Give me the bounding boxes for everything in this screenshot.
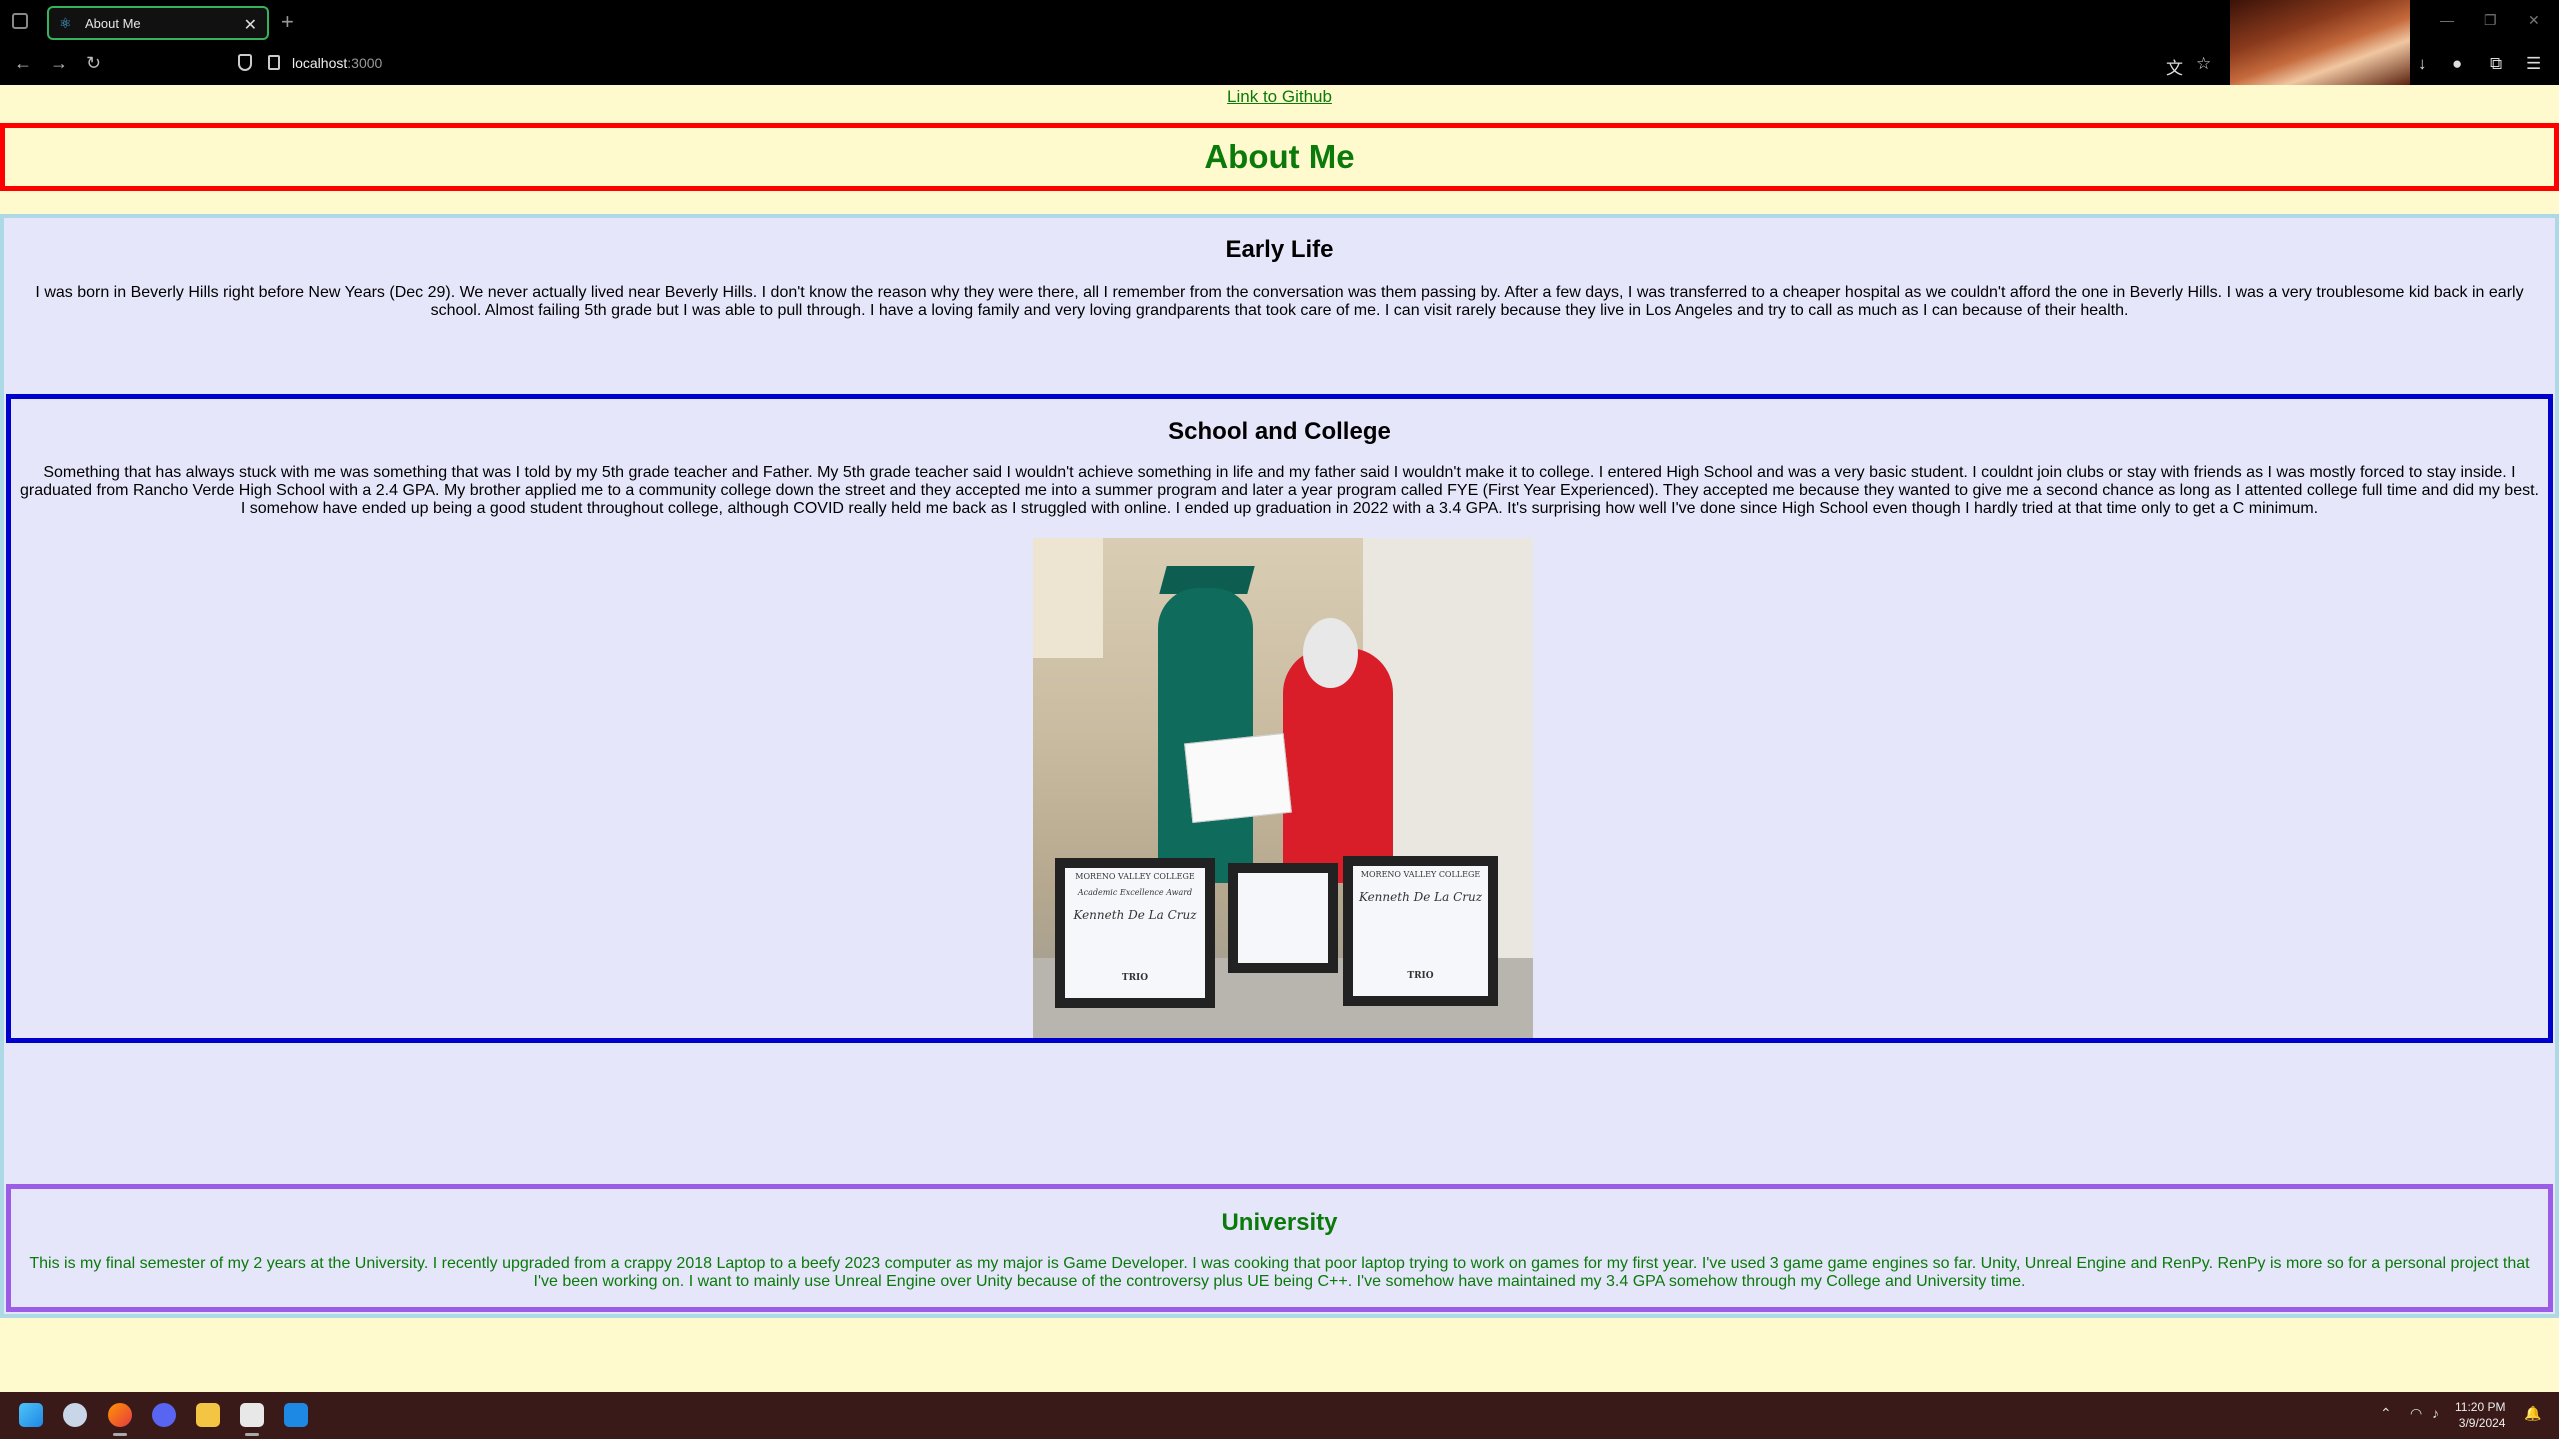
- university-section: University This is my final semester of …: [6, 1184, 2553, 1312]
- tab-bar: ⚛ About Me ✕ + — ❐ ✕: [0, 0, 2559, 44]
- github-link-container: Link to Github: [0, 85, 2559, 107]
- cert-left-award: Academic Excellence Award: [1077, 888, 1193, 897]
- theme-artwork: [2230, 0, 2410, 85]
- university-text: This is my final semester of my 2 years …: [29, 1255, 2530, 1290]
- github-link[interactable]: Link to Github: [1227, 87, 1332, 106]
- taskbar: ⌃ ◠ ♪ 11:20 PM 3/9/2024 🔔: [0, 1392, 2559, 1439]
- file-explorer-icon[interactable]: [196, 1403, 220, 1427]
- cert-right-trio: TRIO: [1407, 971, 1434, 981]
- early-life-section: Early Life I was born in Beverly Hills r…: [4, 218, 2555, 368]
- notification-icon[interactable]: 🔔: [2524, 1405, 2541, 1422]
- early-life-text: I was born in Beverly Hills right before…: [35, 284, 2524, 319]
- certificate-left: MORENO VALLEY COLLEGE Academic Excellenc…: [1055, 858, 1215, 1008]
- back-icon[interactable]: ←: [14, 53, 32, 74]
- cert-right-college: MORENO VALLEY COLLEGE: [1360, 870, 1481, 879]
- vscode-icon[interactable]: [284, 1403, 308, 1427]
- menu-icon[interactable]: ☰: [2526, 54, 2541, 74]
- page-header: About Me: [0, 123, 2559, 191]
- school-text: Something that has always stuck with me …: [20, 464, 2539, 517]
- react-icon: ⚛: [59, 15, 72, 31]
- school-heading: School and College: [1168, 418, 1391, 445]
- tab-title: About Me: [85, 15, 141, 31]
- windows-start-icon[interactable]: [19, 1403, 43, 1427]
- url-host: localhost: [292, 55, 348, 71]
- reload-icon[interactable]: ↻: [86, 53, 101, 74]
- discord-icon[interactable]: [152, 1403, 176, 1427]
- snipping-tool-icon[interactable]: [240, 1403, 264, 1427]
- snipping-running-indicator: [245, 1433, 259, 1436]
- cert-left-trio: TRIO: [1121, 973, 1149, 983]
- restore-icon[interactable]: ❐: [2484, 12, 2497, 29]
- browser-chrome: ⚛ About Me ✕ + — ❐ ✕ ← → ↻ localhost:300…: [0, 0, 2559, 85]
- clock-time: 11:20 PM: [2455, 1400, 2506, 1414]
- address-bar[interactable]: localhost:3000: [292, 55, 382, 71]
- kitchen-cabinet: [1033, 538, 1103, 658]
- url-port: :3000: [347, 55, 383, 71]
- nav-bar: ← → ↻ localhost:3000 文 ☆ ◡ ↓ ● ⧉ ☰: [0, 44, 2559, 85]
- system-clock[interactable]: 11:20 PM 3/9/2024: [2455, 1399, 2505, 1431]
- page-viewport: Link to Github About Me Early Life I was…: [0, 85, 2559, 1392]
- download-icon[interactable]: ↓: [2418, 54, 2427, 74]
- tab-about-me[interactable]: ⚛ About Me ✕: [47, 6, 269, 40]
- extensions-icon[interactable]: ⧉: [2490, 54, 2502, 74]
- school-section: School and College Something that has al…: [6, 394, 2553, 1043]
- page-info-icon[interactable]: [268, 55, 280, 70]
- graduation-photo: MORENO VALLEY COLLEGE Academic Excellenc…: [1033, 538, 1533, 1038]
- certificate-middle: [1228, 863, 1338, 973]
- page-title: About Me: [1204, 138, 1355, 175]
- firefox-running-indicator: [113, 1433, 127, 1436]
- cert-left-name: Kenneth De La Cruz: [1073, 908, 1197, 922]
- firefox-icon[interactable]: [108, 1403, 132, 1427]
- graduate-gown: [1158, 588, 1253, 883]
- new-tab-button[interactable]: +: [281, 9, 294, 35]
- tray-overflow-icon[interactable]: ⌃: [2380, 1405, 2392, 1422]
- search-app-icon[interactable]: [63, 1403, 87, 1427]
- window-close-icon[interactable]: ✕: [2528, 12, 2540, 29]
- grandmother-head: [1303, 618, 1358, 688]
- early-life-heading: Early Life: [1225, 236, 1334, 263]
- wifi-icon[interactable]: ◠: [2410, 1405, 2422, 1422]
- account-icon[interactable]: ●: [2452, 54, 2462, 74]
- tab-list-icon[interactable]: [12, 13, 28, 29]
- certificate-right: MORENO VALLEY COLLEGE Kenneth De La Cruz…: [1343, 856, 1498, 1006]
- bookmark-star-icon[interactable]: ☆: [2196, 54, 2211, 74]
- volume-icon[interactable]: ♪: [2432, 1405, 2439, 1421]
- minimize-icon[interactable]: —: [2440, 12, 2454, 28]
- clock-date: 3/9/2024: [2458, 1416, 2506, 1430]
- translate-icon[interactable]: 文: [2166, 54, 2183, 79]
- cert-right-name: Kenneth De La Cruz: [1358, 890, 1483, 904]
- tracking-shield-icon[interactable]: [238, 54, 252, 71]
- content-container: Early Life I was born in Beverly Hills r…: [0, 214, 2559, 1318]
- tab-close-icon[interactable]: ✕: [244, 15, 257, 35]
- university-heading: University: [1221, 1209, 1338, 1236]
- forward-icon[interactable]: →: [50, 53, 68, 74]
- cert-left-college: MORENO VALLEY COLLEGE: [1075, 872, 1195, 881]
- held-certificate: [1184, 732, 1292, 824]
